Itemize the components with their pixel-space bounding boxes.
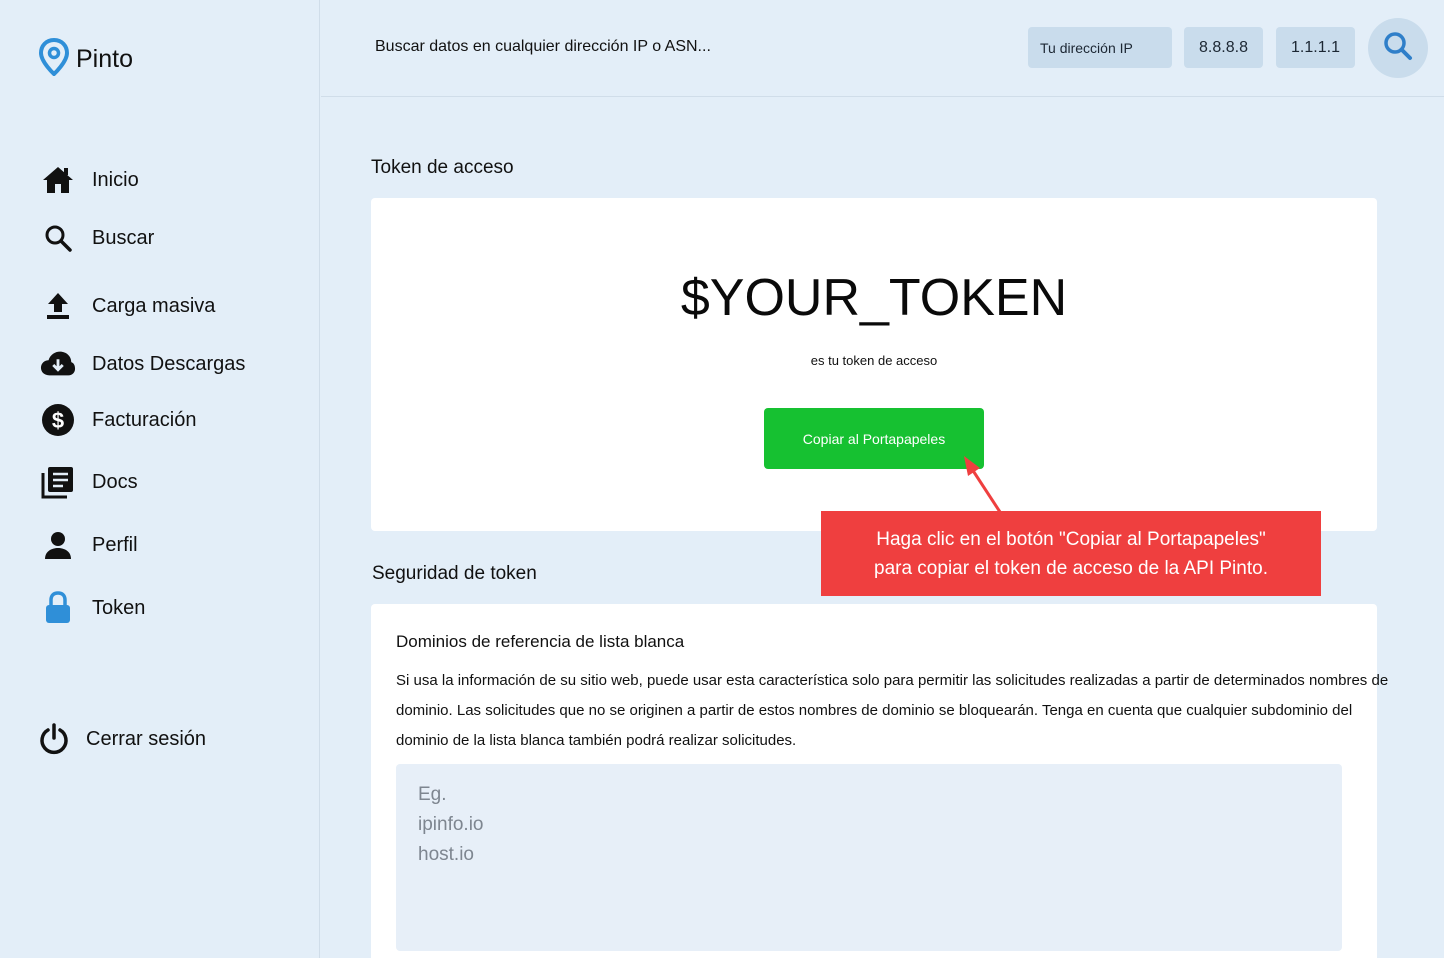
lock-icon (40, 590, 76, 626)
sidebar-item-token[interactable]: Token (40, 590, 145, 626)
sidebar-item-docs[interactable]: Docs (40, 464, 138, 500)
whitelist-domains-textarea[interactable]: Eg. ipinfo.io host.io (396, 764, 1342, 951)
brand-name: Pinto (76, 45, 133, 73)
callout-arrow (964, 456, 1002, 513)
sidebar-item-inicio[interactable]: Inicio (40, 162, 139, 198)
sidebar-item-label: Token (92, 596, 146, 619)
sidebar-item-descargas[interactable]: Datos Descargas (40, 346, 245, 382)
quick-link-1111[interactable]: 1.1.1.1 (1276, 27, 1355, 68)
whitelist-description: Si usa la información de su sitio web, p… (396, 672, 1389, 749)
topbar: Buscar datos en cualquier dirección IP o… (321, 0, 1444, 97)
svg-text:$: $ (52, 408, 64, 433)
quick-link-your-ip[interactable]: Tu dirección IP (1028, 27, 1172, 68)
sidebar-item-label: Buscar (92, 226, 155, 249)
search-input[interactable]: Buscar datos en cualquier dirección IP o… (375, 38, 711, 56)
token-subtitle: es tu token de acceso (810, 353, 938, 368)
quick-link-8888[interactable]: 8.8.8.8 (1184, 27, 1263, 68)
sidebar-item-carga-masiva[interactable]: Carga masiva (40, 288, 215, 324)
sidebar-item-label: Facturación (92, 408, 197, 431)
sidebar: Pinto Inicio Buscar Carga masiva Datos D… (0, 0, 320, 958)
sidebar-item-label: Perfil (92, 533, 138, 556)
search-icon (1383, 31, 1413, 66)
sidebar-item-label: Datos Descargas (92, 352, 246, 375)
sidebar-item-facturacion[interactable]: $ Facturación (40, 402, 197, 438)
copy-to-clipboard-button[interactable]: Copiar al Portapapeles (764, 408, 984, 469)
cloud-download-icon (40, 346, 76, 382)
docs-icon (40, 464, 76, 500)
sidebar-item-label: Carga masiva (92, 294, 216, 317)
sidebar-item-perfil[interactable]: Perfil (40, 527, 138, 563)
logo[interactable]: Pinto (38, 37, 133, 81)
security-card: Dominios de referencia de lista blanca S… (371, 604, 1388, 958)
search-button[interactable] (1368, 18, 1428, 78)
sidebar-item-label: Inicio (92, 168, 139, 191)
home-icon (40, 162, 76, 198)
location-pin-icon (38, 37, 70, 81)
person-icon (40, 527, 76, 563)
upload-icon (40, 288, 76, 324)
sidebar-item-buscar[interactable]: Buscar (40, 220, 154, 256)
power-icon (36, 721, 72, 757)
logout-button[interactable]: Cerrar sesión (36, 721, 206, 757)
sidebar-item-label: Docs (92, 470, 138, 493)
instruction-callout: Haga clic en el botón "Copiar al Portapa… (821, 511, 1321, 596)
token-value: $YOUR_TOKEN (680, 269, 1068, 327)
logout-label: Cerrar sesión (86, 727, 207, 750)
section-title-token: Token de acceso (371, 157, 514, 178)
section-title-security: Seguridad de token (372, 563, 537, 584)
whitelist-title: Dominios de referencia de lista blanca (396, 632, 685, 651)
dollar-icon: $ (40, 402, 76, 438)
token-card: $YOUR_TOKEN es tu token de acceso Copiar… (371, 198, 1377, 531)
search-icon (40, 220, 76, 256)
